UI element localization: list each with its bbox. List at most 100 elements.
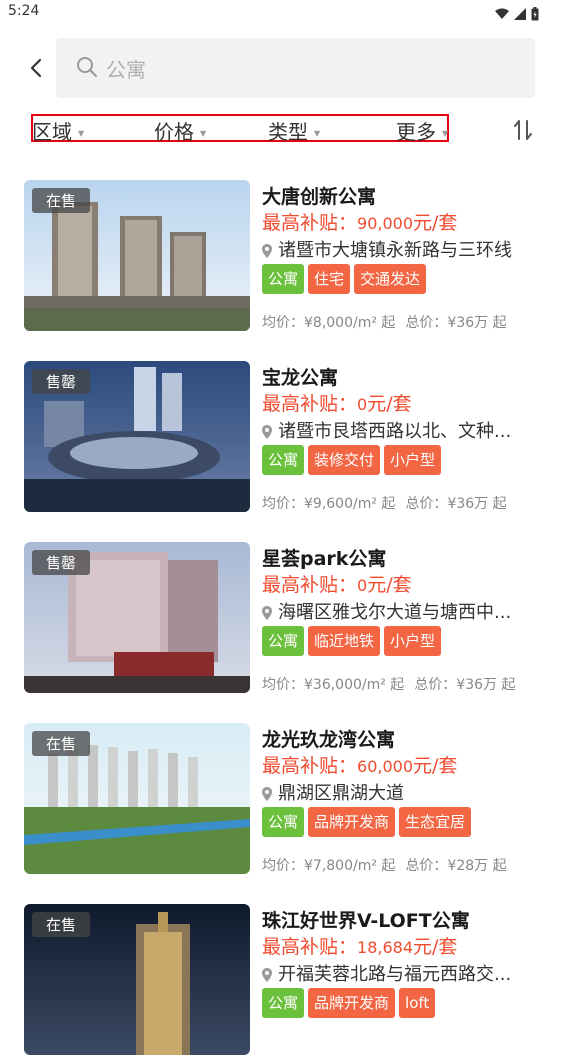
subsidy-unit: 元/套 [367,574,412,596]
filter-type-label: 类型 [268,120,308,144]
back-button[interactable] [22,52,50,84]
listing-card[interactable]: 售罄 星荟park公寓 最高补贴：0元/套 海曙区雅戈尔大道与塘西中... 公寓… [0,542,565,702]
listing-address: 诸暨市大塘镇永新路与三环线 [262,236,552,262]
address-text: 诸暨市艮塔西路以北、文种... [278,421,512,442]
listing-title: 珠江好世界V-LOFT公寓 [262,910,470,932]
tag: 小户型 [384,445,442,475]
total-price: 总价：¥36万 起 [405,315,507,331]
tag: 公寓 [262,807,305,837]
subsidy-unit: 元/套 [413,755,458,777]
tag: 装修交付 [308,445,381,475]
listing-tags: 公寓 临近地铁 小户型 [262,626,445,656]
caret-down-icon: ▼ [314,129,321,138]
listing-address: 海曙区雅戈尔大道与塘西中... [262,598,552,624]
status-badge: 售罄 [32,550,91,575]
caret-down-icon: ▼ [200,129,207,138]
listing-tags: 公寓 品牌开发商 loft [262,988,439,1018]
listing-card[interactable]: 在售 珠江好世界V-LOFT公寓 最高补贴：18,684元/套 开福芙蓉北路与福… [0,904,565,1064]
listing-photo: 售罄 [24,542,250,693]
search-icon [77,57,97,77]
total-price: 总价：¥36万 起 [405,496,507,512]
filter-price-label: 价格 [154,120,194,144]
listing-address: 鼎湖区鼎湖大道 [262,779,552,805]
listing-title: 大唐创新公寓 [262,186,377,208]
listing-title: 宝龙公寓 [262,367,339,389]
listing-tags: 公寓 品牌开发商 生态宜居 [262,807,475,837]
listing-address: 诸暨市艮塔西路以北、文种... [262,417,552,443]
listing-price: 均价：¥36,000/m² 起总价：¥36万 起 [262,674,515,694]
subsidy-label: 最高补贴： [262,393,358,415]
filter-more-label: 更多 [396,120,436,144]
listing-title: 星荟park公寓 [262,548,387,570]
listing-subsidy: 最高补贴：0元/套 [262,389,412,416]
listing-photo: 在售 [24,723,250,874]
subsidy-amount: 60,000 [357,757,413,776]
listing-tags: 公寓 装修交付 小户型 [262,445,445,475]
listing-photo: 售罄 [24,361,250,512]
avg-price: 均价：¥8,000/m² 起 [262,315,396,331]
listing-subsidy: 最高补贴：90,000元/套 [262,208,457,235]
subsidy-amount: 18,684 [357,938,413,957]
status-badge: 在售 [32,731,91,756]
total-price: 总价：¥28万 起 [405,858,507,874]
location-pin-icon [262,968,272,982]
location-pin-icon [262,606,272,620]
status-badge: 售罄 [32,369,91,394]
listing-card[interactable]: 售罄 宝龙公寓 最高补贴：0元/套 诸暨市艮塔西路以北、文种... 公寓 装修交付… [0,361,565,521]
subsidy-amount: 0 [357,395,368,414]
subsidy-amount: 90,000 [357,214,413,233]
listing-tags: 公寓 住宅 交通发达 [262,264,430,294]
listing-price: 均价：¥9,600/m² 起总价：¥36万 起 [262,493,507,513]
listing-photo: 在售 [24,904,250,1055]
status-badge: 在售 [32,188,91,213]
listing-subsidy: 最高补贴：0元/套 [262,570,412,597]
filter-type[interactable]: 类型 ▼ [268,116,320,145]
chevron-left-icon [30,58,42,78]
address-text: 开福芙蓉北路与福元西路交... [278,964,512,985]
tag: 临近地铁 [308,626,381,656]
avg-price: 均价：¥36,000/m² 起 [262,677,405,693]
tag: loft [399,988,436,1018]
status-badge: 在售 [32,912,91,937]
tag: 公寓 [262,445,305,475]
location-pin-icon [262,787,272,801]
search-placeholder: 公寓 [106,58,146,82]
filter-area-label: 区域 [32,120,72,144]
status-time: 5:24 [8,3,40,19]
tag: 住宅 [308,264,351,294]
listing-photo: 在售 [24,180,250,331]
filter-bar: 区域 ▼ 价格 ▼ 类型 ▼ 更多 ▼ [0,108,565,152]
avg-price: 均价：¥7,800/m² 起 [262,858,396,874]
filter-price[interactable]: 价格 ▼ [154,116,206,145]
tag: 生态宜居 [399,807,472,837]
status-bar: 5:24 [0,0,565,24]
search-input[interactable]: 公寓 [56,38,535,98]
subsidy-label: 最高补贴： [262,755,358,777]
tag: 公寓 [262,264,305,294]
address-text: 诸暨市大塘镇永新路与三环线 [278,240,512,261]
tag: 交通发达 [354,264,427,294]
tag: 公寓 [262,988,305,1018]
sort-icon [514,120,532,140]
subsidy-unit: 元/套 [413,936,458,958]
listing-subsidy: 最高补贴：60,000元/套 [262,751,457,778]
address-text: 鼎湖区鼎湖大道 [278,783,404,804]
listing-address: 开福芙蓉北路与福元西路交... [262,960,552,986]
total-price: 总价：¥36万 起 [414,677,516,693]
listing-price: 均价：¥8,000/m² 起总价：¥36万 起 [262,312,507,332]
listing-card[interactable]: 在售 龙光玖龙湾公寓 最高补贴：60,000元/套 鼎湖区鼎湖大道 公寓 品牌开发… [0,723,565,883]
avg-price: 均价：¥9,600/m² 起 [262,496,396,512]
filter-area[interactable]: 区域 ▼ [32,116,84,145]
filter-more[interactable]: 更多 ▼ [396,116,448,145]
sort-button[interactable] [511,118,535,146]
subsidy-label: 最高补贴： [262,212,358,234]
tag: 小户型 [384,626,442,656]
status-icons [494,3,539,22]
listing-subsidy: 最高补贴：18,684元/套 [262,932,457,959]
subsidy-unit: 元/套 [367,393,412,415]
location-pin-icon [262,244,272,258]
signal-icon [513,7,526,20]
listing-card[interactable]: 在售 大唐创新公寓 最高补贴：90,000元/套 诸暨市大塘镇永新路与三环线 公… [0,180,565,340]
subsidy-label: 最高补贴： [262,574,358,596]
address-text: 海曙区雅戈尔大道与塘西中... [278,602,512,623]
